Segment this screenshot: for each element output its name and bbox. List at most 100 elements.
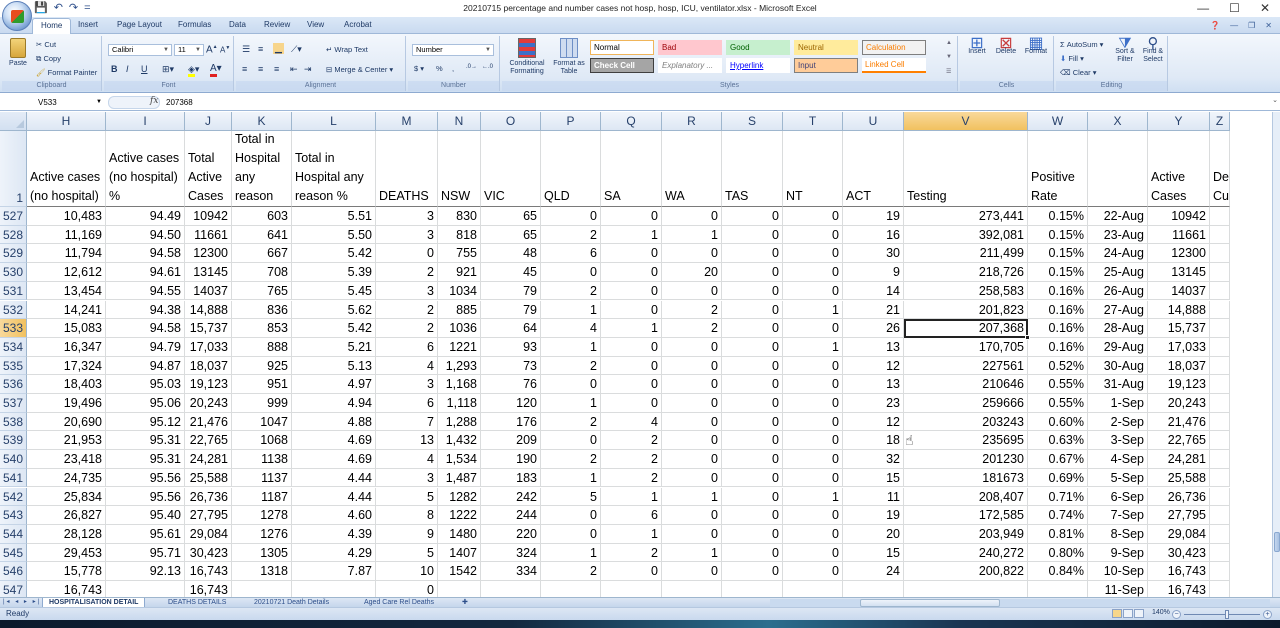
cell-n541[interactable]: 1,487 — [438, 468, 481, 488]
cell-n542[interactable]: 1282 — [438, 487, 481, 507]
column-header-i[interactable]: I — [106, 112, 185, 131]
cell-r538[interactable]: 0 — [662, 412, 722, 432]
cell-t539[interactable]: 0 — [783, 431, 843, 451]
cell-j533[interactable]: 15,737 — [185, 319, 232, 338]
cell-u527[interactable]: 19 — [843, 207, 904, 226]
cell-h531[interactable]: 13,454 — [27, 281, 106, 301]
formula-input[interactable]: 207368 — [166, 96, 1270, 109]
cell-u547[interactable] — [843, 581, 904, 597]
cell-r532[interactable]: 2 — [662, 300, 722, 320]
cell-n546[interactable]: 1542 — [438, 562, 481, 581]
cell-l536[interactable]: 4.97 — [292, 375, 376, 394]
expand-formula-bar-icon[interactable]: ⌄ — [1272, 96, 1278, 104]
cell-s546[interactable]: 0 — [722, 562, 783, 581]
cell-q545[interactable]: 2 — [601, 543, 662, 563]
cell-m541[interactable]: 3 — [376, 468, 438, 488]
cell-y528[interactable]: 11661 — [1148, 225, 1210, 245]
cell-l537[interactable]: 4.94 — [292, 394, 376, 413]
cell-s543[interactable]: 0 — [722, 506, 783, 525]
row-header-542[interactable]: 542 — [0, 487, 27, 507]
column-title-t[interactable]: NT — [783, 131, 843, 207]
cell-p535[interactable]: 2 — [541, 356, 601, 376]
cell-s527[interactable]: 0 — [722, 207, 783, 226]
cell-q536[interactable]: 0 — [601, 375, 662, 394]
cell-s537[interactable]: 0 — [722, 394, 783, 413]
cell-s538[interactable]: 0 — [722, 412, 783, 432]
cell-q529[interactable]: 0 — [601, 244, 662, 264]
cell-l538[interactable]: 4.88 — [292, 412, 376, 432]
cell-h545[interactable]: 29,453 — [27, 543, 106, 563]
cell-r541[interactable]: 0 — [662, 468, 722, 488]
cell-h547[interactable]: 16,743 — [27, 581, 106, 597]
cell-o528[interactable]: 65 — [481, 225, 541, 245]
cell-r542[interactable]: 1 — [662, 487, 722, 507]
cell-t534[interactable]: 1 — [783, 337, 843, 357]
cell-x543[interactable]: 7-Sep — [1088, 506, 1148, 525]
column-header-s[interactable]: S — [722, 112, 783, 131]
cell-m546[interactable]: 10 — [376, 562, 438, 581]
cell-k537[interactable]: 999 — [232, 394, 292, 413]
cell-k535[interactable]: 925 — [232, 356, 292, 376]
cell-w528[interactable]: 0.15% — [1028, 225, 1088, 245]
cell-o535[interactable]: 73 — [481, 356, 541, 376]
autosum-button[interactable]: Σ AutoSum ▾ — [1060, 40, 1103, 49]
row-header-534[interactable]: 534 — [0, 337, 27, 357]
cell-s536[interactable]: 0 — [722, 375, 783, 394]
cell-r527[interactable]: 0 — [662, 207, 722, 226]
sheet-navigation-icons[interactable]: |◂ ◂ ▸ ▸| — [3, 598, 41, 605]
cell-r529[interactable]: 0 — [662, 244, 722, 264]
orientation-icon[interactable]: ⟋▾ — [291, 44, 302, 55]
cell-t528[interactable]: 0 — [783, 225, 843, 245]
cell-h536[interactable]: 18,403 — [27, 375, 106, 394]
row-header-532[interactable]: 532 — [0, 300, 27, 320]
cell-s541[interactable]: 0 — [722, 468, 783, 488]
cell-r528[interactable]: 1 — [662, 225, 722, 245]
cell-s533[interactable]: 0 — [722, 319, 783, 338]
cell-l528[interactable]: 5.50 — [292, 225, 376, 245]
cell-r535[interactable]: 0 — [662, 356, 722, 376]
cell-x544[interactable]: 8-Sep — [1088, 524, 1148, 544]
row-header-528[interactable]: 528 — [0, 225, 27, 245]
cell-u533[interactable]: 26 — [843, 319, 904, 338]
cell-u540[interactable]: 32 — [843, 450, 904, 469]
cell-z546[interactable] — [1210, 562, 1230, 581]
row-header-540[interactable]: 540 — [0, 450, 27, 469]
find-select-button[interactable]: ⚲ Find & Select — [1140, 36, 1166, 64]
cell-o543[interactable]: 244 — [481, 506, 541, 525]
cell-p541[interactable]: 1 — [541, 468, 601, 488]
column-title-z[interactable]: De Cu — [1210, 131, 1230, 207]
cell-z542[interactable] — [1210, 487, 1230, 507]
cell-v530[interactable]: 218,726 — [904, 263, 1028, 282]
cell-q527[interactable]: 0 — [601, 207, 662, 226]
cell-m536[interactable]: 3 — [376, 375, 438, 394]
cell-z534[interactable] — [1210, 337, 1230, 357]
cell-p539[interactable]: 0 — [541, 431, 601, 451]
cell-r539[interactable]: 0 — [662, 431, 722, 451]
cell-q539[interactable]: 2 — [601, 431, 662, 451]
cell-x533[interactable]: 28-Aug — [1088, 319, 1148, 338]
cell-o545[interactable]: 324 — [481, 543, 541, 563]
name-box[interactable]: V533 ▼ — [2, 96, 104, 109]
cell-j544[interactable]: 29,084 — [185, 524, 232, 544]
font-size-select[interactable]: 11 ▼ — [174, 44, 204, 56]
cell-r537[interactable]: 0 — [662, 394, 722, 413]
cell-q540[interactable]: 2 — [601, 450, 662, 469]
column-title-v[interactable]: Testing — [904, 131, 1028, 207]
column-header-r[interactable]: R — [662, 112, 722, 131]
cell-u539[interactable]: 18 — [843, 431, 904, 451]
cell-r546[interactable]: 0 — [662, 562, 722, 581]
cell-h540[interactable]: 23,418 — [27, 450, 106, 469]
cell-o538[interactable]: 176 — [481, 412, 541, 432]
tab-acrobat[interactable]: Acrobat — [344, 20, 372, 29]
cell-x530[interactable]: 25-Aug — [1088, 263, 1148, 282]
cell-v539[interactable]: 235695 — [904, 431, 1028, 451]
cell-style-calculation[interactable]: Calculation — [862, 40, 926, 55]
cell-l543[interactable]: 4.60 — [292, 506, 376, 525]
cell-x537[interactable]: 1-Sep — [1088, 394, 1148, 413]
cell-style-bad[interactable]: Bad — [658, 40, 722, 55]
cell-o530[interactable]: 45 — [481, 263, 541, 282]
cell-k534[interactable]: 888 — [232, 337, 292, 357]
cell-u545[interactable]: 15 — [843, 543, 904, 563]
cell-h527[interactable]: 10,483 — [27, 207, 106, 226]
cell-j547[interactable]: 16,743 — [185, 581, 232, 597]
